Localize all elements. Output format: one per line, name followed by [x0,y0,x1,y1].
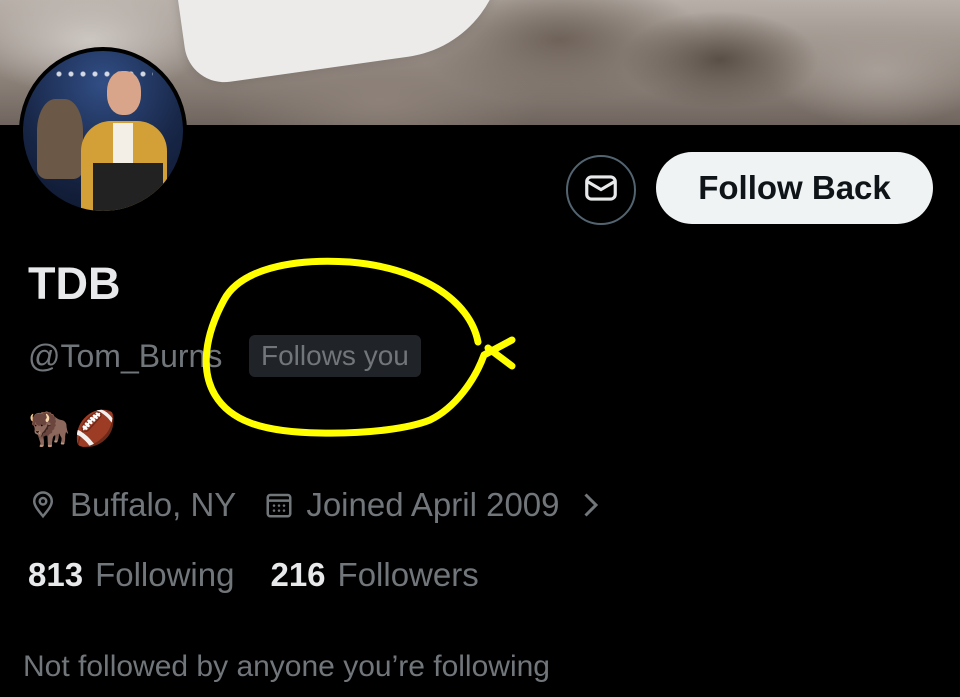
bio: 🦬🏈 [28,410,121,448]
banner-shape [172,0,518,88]
following-label: Following [95,556,235,593]
profile-stats: 813 Following 216 Followers [28,556,479,594]
mail-icon [582,169,620,212]
followers-stat[interactable]: 216 Followers [270,556,478,594]
following-stat[interactable]: 813 Following [28,556,234,594]
followers-count: 216 [270,556,326,593]
joined-text: Joined April 2009 [306,486,560,523]
follows-you-badge: Follows you [249,335,421,377]
followers-label: Followers [337,556,479,593]
chevron-right-icon [578,490,602,520]
joined-item[interactable]: Joined April 2009 [264,486,601,524]
location-item: Buffalo, NY [28,486,236,524]
location-pin-icon [28,490,58,520]
calendar-icon [264,490,294,520]
avatar-photo [23,51,183,211]
display-name: TDB [28,258,121,309]
profile-meta: Buffalo, NY Joined April 2009 [28,482,602,528]
avatar[interactable] [19,47,187,215]
follow-back-button[interactable]: Follow Back [656,152,933,224]
mutual-followers-note: Not followed by anyone you’re following [23,650,550,683]
handle: @Tom_Burns [28,338,223,374]
location-text: Buffalo, NY [70,486,237,523]
message-button[interactable] [566,155,636,225]
following-count: 813 [28,556,84,593]
